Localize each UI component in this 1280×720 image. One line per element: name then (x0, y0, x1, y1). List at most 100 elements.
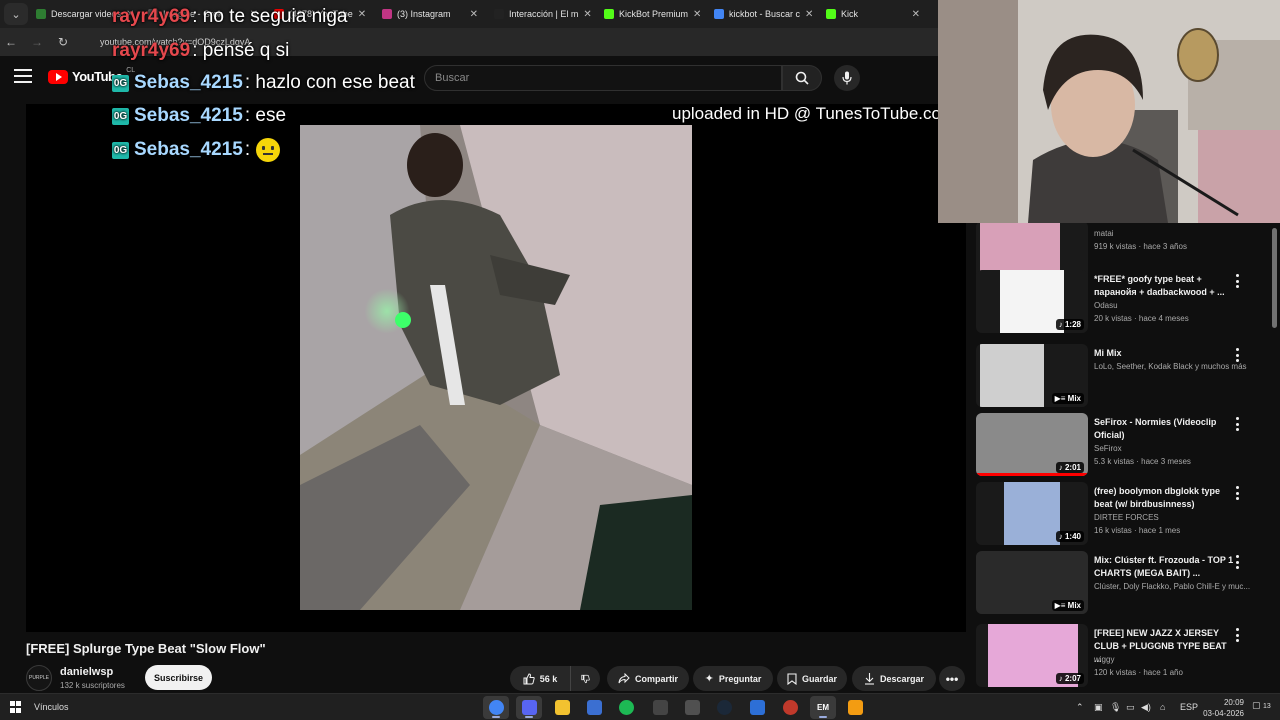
browser-tab-label: (3) Instagram (397, 9, 451, 19)
close-tab-icon[interactable]: ✕ (912, 9, 920, 20)
more-vertical-icon[interactable] (1234, 628, 1240, 642)
taskbar-app-obs[interactable] (679, 696, 705, 719)
battery-icon[interactable]: ▭ (1126, 702, 1135, 713)
taskbar-app-file-explorer[interactable] (549, 696, 575, 719)
menu-icon[interactable] (14, 69, 32, 87)
browser-tab[interactable]: Interacción | El m ✕ (486, 0, 596, 28)
close-tab-icon[interactable]: ✕ (693, 9, 701, 20)
recommendation-thumbnail[interactable]: ♪ 1:28 (976, 270, 1088, 333)
recommendation-thumbnail[interactable]: ♪ 1:40 (976, 482, 1088, 545)
clock-time: 20:09 (1223, 698, 1244, 707)
recommendation-title[interactable]: (free) boolymon dbglokk type beat (w/ bi… (1094, 485, 1234, 511)
close-tab-icon[interactable]: ✕ (470, 9, 478, 20)
recommendation-item[interactable]: ▶≡ Mix Mi Mix LoLo, Seether, Kodak Black y… (976, 344, 1268, 408)
more-actions-button[interactable]: ••• (939, 666, 965, 691)
recommendation-meta: 20 k vistas · hace 4 meses (1094, 314, 1189, 323)
thumbs-down-icon (581, 674, 590, 683)
browser-tab[interactable]: Kick ✕ (818, 0, 928, 28)
more-vertical-icon[interactable] (1234, 348, 1240, 362)
close-tab-icon[interactable]: ✕ (358, 9, 366, 20)
links-toolbar[interactable]: Vínculos (34, 702, 69, 712)
recommendation-channel[interactable]: matai (1094, 229, 1250, 238)
browser-tab-label: Interacción | El m (509, 9, 579, 19)
more-vertical-icon[interactable] (1234, 274, 1240, 288)
like-button[interactable]: 56 k (510, 666, 570, 691)
ask-button[interactable]: ✦ Preguntar (693, 666, 773, 691)
channel-avatar[interactable]: PURPLE (26, 665, 52, 691)
recommendation-channel[interactable]: Odasu (1094, 301, 1250, 310)
voice-search-button[interactable] (834, 65, 860, 91)
streamlabs-icon (652, 700, 668, 715)
reload-button[interactable]: ↻ (52, 31, 74, 53)
recommendation-channel[interactable]: SeFirox (1094, 444, 1250, 453)
browser-tab[interactable]: KickBot Premium ✕ (596, 0, 706, 28)
recommendation-thumbnail[interactable]: ▶≡ Mix (976, 551, 1088, 614)
search-button[interactable] (782, 65, 822, 91)
download-icon (36, 9, 46, 19)
browser-tab[interactable]: kickbot - Buscar c ✕ (706, 0, 818, 28)
network-icon[interactable]: ⌂ (1160, 702, 1165, 712)
language-indicator[interactable]: ESP (1180, 702, 1198, 712)
download-button[interactable]: Descargar (852, 666, 936, 691)
more-vertical-icon[interactable] (1234, 486, 1240, 500)
taskbar-app-calculator[interactable] (581, 696, 607, 719)
back-button[interactable]: ← (0, 31, 22, 53)
clock[interactable]: 20:09 03-04-2026 (1200, 697, 1244, 719)
taskbar-app-spotify[interactable] (613, 696, 639, 719)
recommendation-title[interactable]: SeFirox - Normies (Videoclip Oficial) (1094, 416, 1234, 442)
em-icon: EM (815, 700, 831, 715)
scrollbar-thumb[interactable] (1272, 228, 1277, 328)
taskbar-app-record[interactable] (777, 696, 803, 719)
tray-chevron-icon[interactable]: ⌃ (1076, 702, 1084, 713)
recommendation-item[interactable]: ▶≡ Mix Mix: Clúster ft. Frozouda - TOP 1 … (976, 551, 1268, 615)
browser-tab[interactable]: (3) Instagram ✕ (374, 0, 486, 28)
save-button[interactable]: Guardar (777, 666, 847, 691)
tab-search-button[interactable]: ⌄ (4, 3, 28, 25)
search-input[interactable]: Buscar (424, 65, 782, 91)
chat-message: 0G Sebas_4215: (112, 138, 281, 162)
chat-badge-icon: 0G (112, 141, 129, 159)
recommendation-item[interactable]: ♪ 2:07 [FREE] NEW JAZZ X JERSEY CLUB + PL… (976, 624, 1268, 688)
recommendation-item[interactable]: ♪ 1:40 (free) boolymon dbglokk type beat … (976, 482, 1268, 546)
recommendation-thumbnail[interactable]: ▶≡ Mix (976, 344, 1088, 407)
taskbar-app-streamlabs[interactable] (647, 696, 673, 719)
chat-text: : ese (244, 105, 287, 126)
forward-button[interactable]: → (26, 31, 48, 53)
recommendation-channel[interactable]: LoLo, Seether, Kodak Black y muchos más (1094, 362, 1250, 371)
discord-icon (521, 700, 537, 715)
subscribe-button[interactable]: Suscribirse (145, 665, 212, 690)
notifications-button[interactable]: ▢ 13 (1252, 700, 1271, 711)
close-tab-icon[interactable]: ✕ (583, 9, 591, 20)
sparkle-icon: ✦ (704, 673, 714, 685)
recommendation-channel[interactable]: DIRTEE FORCES (1094, 513, 1250, 522)
more-vertical-icon[interactable] (1234, 555, 1240, 569)
recommendation-channel[interactable]: Clúster, Doly Flackko, Pablo Chill-E y m… (1094, 582, 1250, 591)
recommendation-item[interactable]: ♪ 1:28 *FREE* goofy type beat + паранойя … (976, 270, 1268, 334)
recommendation-channel[interactable]: wiggy (1094, 655, 1250, 664)
recommendation-item[interactable]: ♪ 2:01 SeFirox - Normies (Videoclip Ofici… (976, 413, 1268, 477)
taskbar-app-em[interactable]: EM (810, 696, 836, 719)
taskbar-app-steam[interactable] (711, 696, 737, 719)
taskbar-app-app[interactable] (744, 696, 770, 719)
duration-text: 1:40 (1064, 532, 1081, 541)
channel-name[interactable]: danielwsp (60, 666, 113, 678)
taskbar-app-discord[interactable] (516, 696, 542, 719)
recommendation-title[interactable]: Mi Mix (1094, 347, 1234, 360)
taskbar-app-fl-studio[interactable] (842, 696, 868, 719)
download-icon (864, 672, 874, 685)
tray-mic-icon[interactable]: 🎙 (1110, 702, 1121, 713)
recommendation-thumbnail[interactable]: ♪ 2:01 (976, 413, 1088, 476)
recommendation-meta: 120 k vistas · hace 1 año (1094, 668, 1183, 677)
taskbar-app-chrome[interactable] (483, 696, 509, 719)
recommendation-thumbnail[interactable]: ♪ 2:07 (976, 624, 1088, 687)
windows-start-icon[interactable] (10, 701, 22, 713)
volume-icon[interactable]: ◀) (1141, 702, 1151, 713)
chat-username: rayr4y69 (112, 6, 191, 27)
dislike-button[interactable] (570, 666, 600, 691)
tray-app-icon[interactable]: ▣ (1094, 702, 1103, 713)
recommendation-title[interactable]: *FREE* goofy type beat + паранойя + dadb… (1094, 273, 1234, 299)
more-vertical-icon[interactable] (1234, 417, 1240, 431)
share-button[interactable]: Compartir (607, 666, 689, 691)
recommendation-title[interactable]: Mix: Clúster ft. Frozouda - TOP 1 CHARTS… (1094, 554, 1234, 580)
close-tab-icon[interactable]: ✕ (805, 9, 813, 20)
